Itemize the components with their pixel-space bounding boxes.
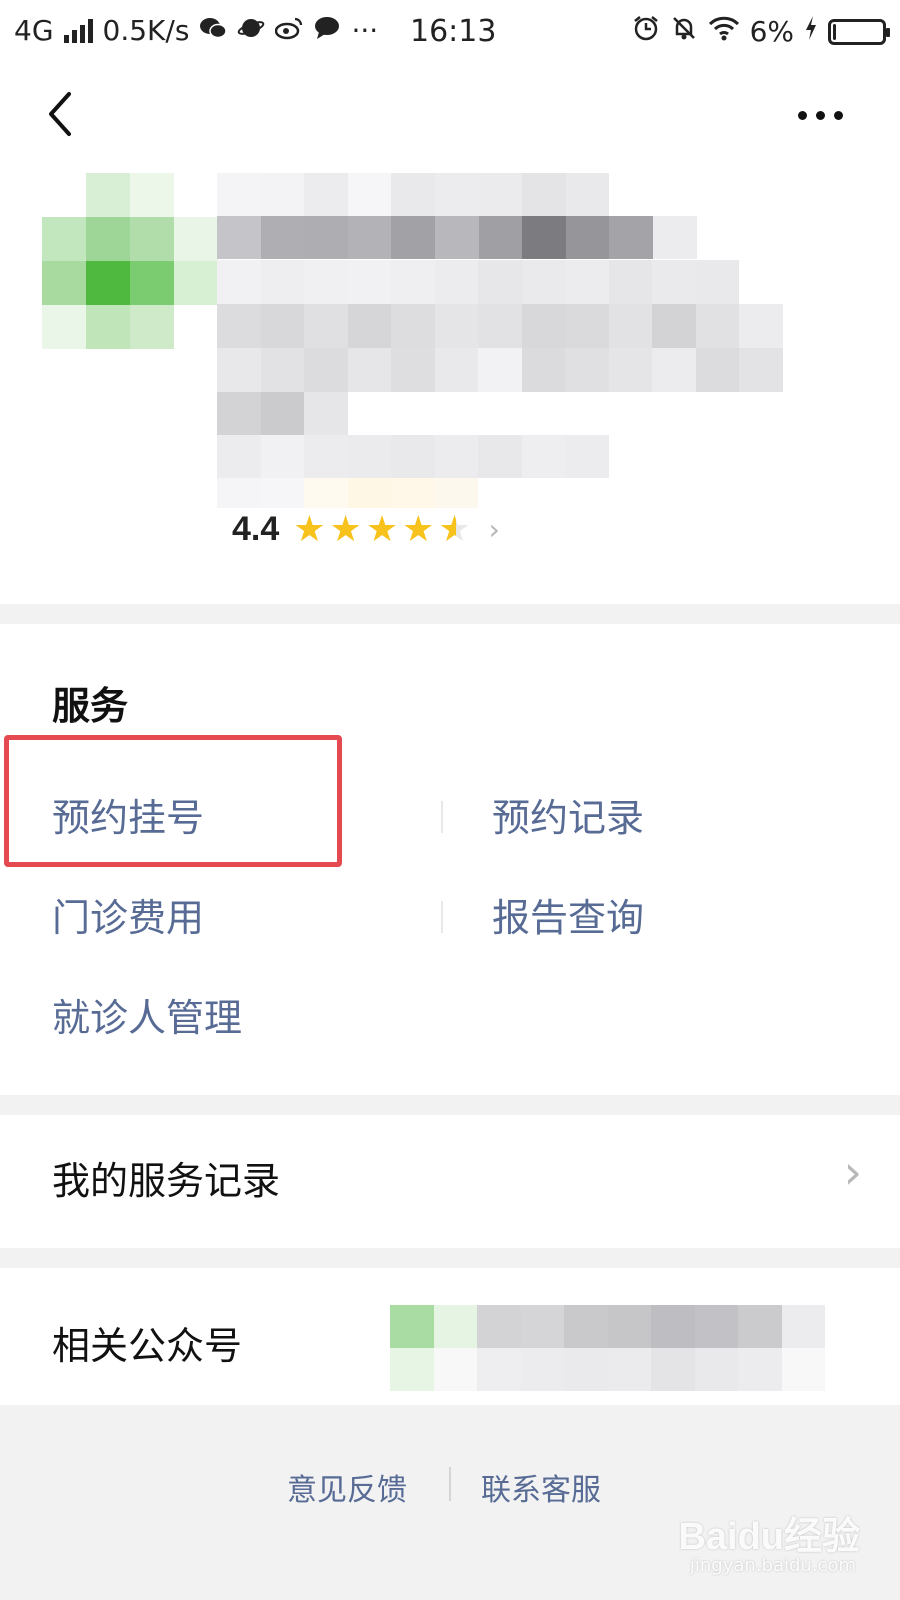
more-dots-icon xyxy=(797,110,807,120)
section-divider xyxy=(0,1248,900,1268)
signal-icon xyxy=(63,18,93,43)
avatar xyxy=(42,173,218,349)
official-accounts-row: 相关公众号 xyxy=(0,1270,900,1405)
feedback-link[interactable]: 意见反馈 xyxy=(287,1465,407,1509)
service-record-label: 我的服务记录 xyxy=(52,1159,281,1203)
star-icon: ★ xyxy=(365,508,399,550)
footer: 意见反馈 联系客服 Baidu经验 jingyan.baidu.com xyxy=(0,1405,900,1600)
service-report-query[interactable]: 报告查询 xyxy=(492,887,644,942)
star-icon: ★ xyxy=(329,508,362,550)
chat-bubble-icon xyxy=(313,16,341,45)
section-divider xyxy=(0,604,900,624)
network-speed: 0.5K/s xyxy=(102,14,190,47)
wifi-icon xyxy=(708,15,740,48)
charging-icon xyxy=(804,15,818,48)
status-right: 6% xyxy=(632,14,890,49)
alarm-icon xyxy=(632,14,660,49)
chevron-right-icon: › xyxy=(843,1145,862,1199)
chevron-right-icon: › xyxy=(488,513,500,546)
more-dot xyxy=(833,110,843,120)
status-left: 4G 0.5K/s ··· xyxy=(14,14,378,47)
more-dot xyxy=(815,110,825,120)
service-outpatient-fees[interactable]: 门诊费用 xyxy=(52,887,204,942)
official-account-mosaic[interactable] xyxy=(390,1305,825,1391)
planet-icon xyxy=(237,16,265,45)
profile-name-mosaic xyxy=(217,173,697,259)
section-divider xyxy=(0,1095,900,1115)
network-type: 4G xyxy=(14,14,54,47)
bell-off-icon xyxy=(670,14,698,49)
service-separator xyxy=(441,901,443,933)
star-icon: ★ xyxy=(293,508,326,550)
contact-link[interactable]: 联系客服 xyxy=(481,1465,601,1509)
service-appointment-records[interactable]: 预约记录 xyxy=(492,787,644,842)
footer-separator xyxy=(449,1467,451,1501)
rating-score: 4.4 xyxy=(232,510,280,548)
wechat-icon xyxy=(199,16,228,45)
rating-stars: ★ ★ ★ ★ ★ xyxy=(293,508,471,550)
service-book-appointment[interactable]: 预约挂号 xyxy=(52,787,204,842)
star-icon: ★ xyxy=(438,508,471,550)
status-bar: 4G 0.5K/s ··· 16:13 6% xyxy=(0,0,900,64)
service-patient-management[interactable]: 就诊人管理 xyxy=(52,987,242,1042)
profile-header: 4.4 ★ ★ ★ ★ ★ › xyxy=(0,165,900,605)
watermark-url: jingyan.baidu.com xyxy=(689,1555,856,1576)
watermark-brand: Baidu经验 xyxy=(678,1516,860,1558)
profile-tag-mosaic xyxy=(217,392,348,435)
rating[interactable]: 4.4 ★ ★ ★ ★ ★ › xyxy=(232,510,500,549)
service-record-row[interactable]: 我的服务记录 › xyxy=(0,1117,900,1232)
back-button[interactable] xyxy=(30,84,90,144)
chevron-left-icon xyxy=(49,92,71,136)
services-title: 服务 xyxy=(52,684,129,728)
clock: 16:13 xyxy=(410,14,497,49)
battery-icon xyxy=(828,18,890,45)
service-separator xyxy=(441,801,443,833)
profile-description-mosaic xyxy=(217,260,826,392)
star-icon: ★ xyxy=(402,508,435,550)
battery-percent: 6% xyxy=(749,15,794,48)
battery-fill xyxy=(833,23,836,40)
weibo-icon xyxy=(275,16,303,45)
more-notifications: ··· xyxy=(351,14,379,47)
official-accounts-label: 相关公众号 xyxy=(52,1324,243,1368)
more-button[interactable] xyxy=(780,90,860,140)
services-section: 服务 预约挂号 预约记录 门诊费用 报告查询 就诊人管理 xyxy=(0,625,900,1115)
profile-address-mosaic xyxy=(217,435,609,508)
nav-bar xyxy=(0,70,900,160)
